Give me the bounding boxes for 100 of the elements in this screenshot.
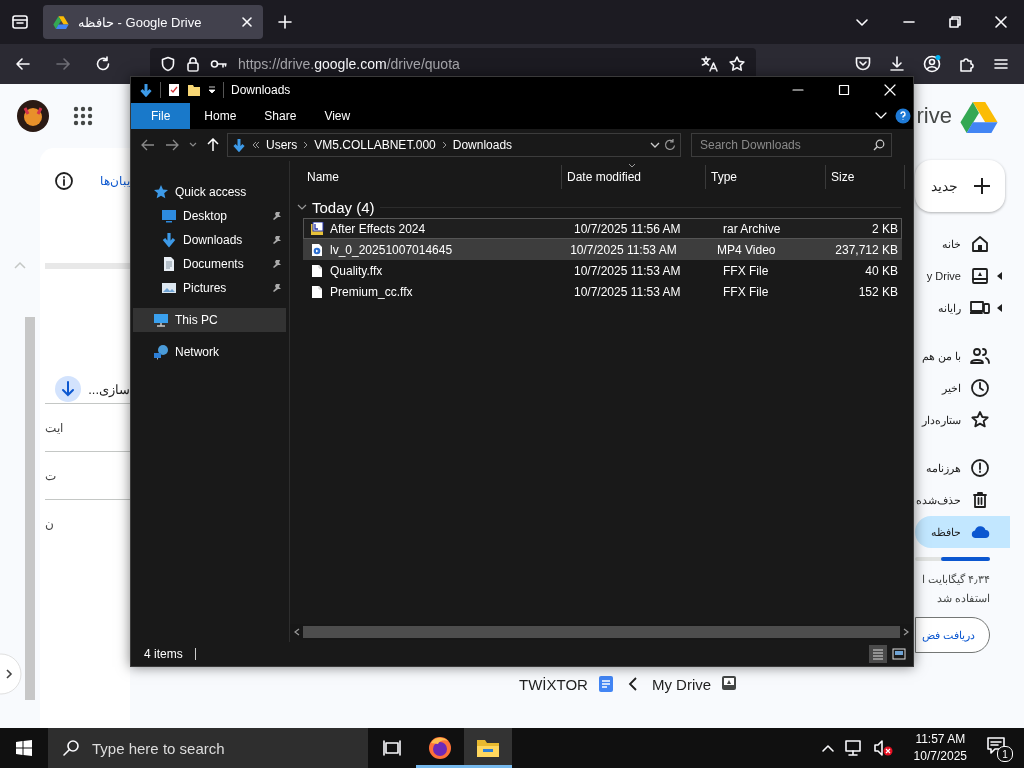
help-icon[interactable] <box>895 108 911 124</box>
star-icon[interactable] <box>728 55 746 73</box>
search-field[interactable]: Search Downloads <box>691 133 892 157</box>
dropdown-icon[interactable] <box>650 141 660 149</box>
search-icon <box>62 739 80 757</box>
close-icon[interactable] <box>884 84 896 96</box>
nav-item[interactable]: حافظه <box>915 516 1010 548</box>
storage-text: ۴٫۳۴ گیگابایت ا <box>920 573 990 586</box>
tab-list-icon[interactable] <box>11 13 29 31</box>
ribbon-tab[interactable]: Share <box>250 103 311 129</box>
windows-logo-icon[interactable] <box>16 740 32 756</box>
back-icon[interactable] <box>14 55 32 73</box>
download-icon[interactable] <box>888 55 906 73</box>
apps-grid-icon[interactable] <box>73 106 93 126</box>
maximize-icon[interactable] <box>838 84 850 96</box>
nav-item[interactable]: خانه <box>915 228 1010 260</box>
new-tab-icon[interactable] <box>277 14 293 30</box>
forward-icon[interactable] <box>165 139 179 151</box>
scroll-right-icon[interactable] <box>903 628 909 636</box>
recent-locations-icon[interactable] <box>189 142 197 148</box>
close-icon[interactable] <box>241 16 253 28</box>
expand-ribbon-icon[interactable] <box>875 112 887 120</box>
pocket-icon[interactable] <box>854 55 872 73</box>
document-icon <box>597 675 614 693</box>
file-row[interactable]: Quality.ffx 10/7/2025 11:53 AM FFX File 40 KB <box>303 260 902 281</box>
extensions-icon[interactable] <box>958 55 976 73</box>
properties-icon[interactable] <box>168 83 180 97</box>
close-icon[interactable] <box>994 15 1008 29</box>
large-icons-view-icon[interactable] <box>892 648 906 660</box>
restore-icon[interactable] <box>948 15 962 29</box>
download-arrow-icon[interactable] <box>139 83 153 97</box>
address-field[interactable]: Users VM5.COLLABNET.000 Downloads <box>227 133 681 157</box>
path-segment[interactable]: Downloads <box>452 138 513 152</box>
clock-icon <box>970 378 990 398</box>
nav-item[interactable]: Downloads <box>133 228 286 252</box>
network-icon <box>153 344 169 360</box>
ribbon-tab[interactable]: Home <box>190 103 251 129</box>
breadcrumb-link[interactable]: My Drive <box>651 675 712 693</box>
file-type: FFX File <box>722 284 770 299</box>
scrollbar-thumb[interactable] <box>303 626 900 638</box>
browser-tab[interactable]: حافظه - Google Drive <box>43 5 263 39</box>
new-button[interactable]: جدید <box>915 160 1005 212</box>
refresh-icon[interactable] <box>664 138 676 152</box>
trash-icon <box>970 490 990 510</box>
nav-item[interactable]: رایانه <box>915 292 1010 324</box>
nav-item[interactable]: Pictures <box>133 276 286 300</box>
get-storage-button[interactable]: دریافت فض <box>915 617 990 653</box>
url-text: https://drive.google.com/drive/quota <box>238 56 461 72</box>
nav-item[interactable]: Desktop <box>133 204 286 228</box>
search-field[interactable]: Type here to search <box>48 728 368 768</box>
network-icon[interactable] <box>843 739 864 757</box>
path-segment[interactable]: Users <box>266 138 298 152</box>
path-segment[interactable]: VM5.COLLABNET.000 <box>314 138 436 152</box>
firefox-icon[interactable] <box>427 735 453 761</box>
nav-item[interactable]: This PC <box>133 308 286 332</box>
file-date: 10/7/2025 11:53 AM <box>569 242 678 257</box>
item-count: 4 items <box>144 647 183 661</box>
clock[interactable]: 11:57 AM 10/7/2025 <box>913 731 967 765</box>
drive-logo-icon[interactable] <box>960 99 998 133</box>
nav-item[interactable]: Quick access <box>133 180 286 204</box>
breadcrumb-link[interactable]: TWİXTOR <box>519 675 588 693</box>
nav-item[interactable]: y Drive <box>915 260 1010 292</box>
file-row[interactable]: lv_0_20251007014645 10/7/2025 11:53 AM MP4 Video 237,712 KB <box>303 239 902 260</box>
column-header[interactable]: Name <box>290 165 562 189</box>
file-row[interactable]: Premium_cc.ffx 10/7/2025 11:53 AM FFX File 152 KB <box>303 281 902 302</box>
home-icon <box>970 234 990 254</box>
folder-icon[interactable] <box>476 738 500 758</box>
details-view-icon[interactable] <box>872 648 884 660</box>
link-text[interactable]: یبان‌ها <box>100 174 130 188</box>
nav-item[interactable]: ستاره‌دار <box>915 404 1010 436</box>
translate-icon[interactable] <box>700 55 718 73</box>
chevron-down-icon[interactable] <box>297 203 307 211</box>
forward-icon[interactable] <box>54 55 72 73</box>
download-arrow-icon <box>161 232 177 248</box>
drive-icon <box>721 675 738 693</box>
column-header[interactable]: Size <box>826 165 905 189</box>
lock-icon <box>186 56 200 72</box>
nav-item[interactable]: اخیر <box>915 372 1010 404</box>
info-icon[interactable] <box>54 171 74 191</box>
task-view-icon[interactable] <box>382 739 402 757</box>
file-size: 237,712 KB <box>835 242 899 257</box>
shield-icon <box>160 56 176 72</box>
ribbon-tab[interactable]: File <box>131 103 191 129</box>
volume-muted-icon[interactable] <box>872 739 893 757</box>
reload-icon[interactable] <box>94 55 112 73</box>
chevron-up-icon[interactable] <box>820 743 835 753</box>
nav-item[interactable]: با من هم <box>915 340 1010 372</box>
nav-item[interactable]: حذف‌شده <box>915 484 1010 516</box>
nav-item[interactable]: Network <box>133 340 286 364</box>
up-icon[interactable] <box>207 138 219 152</box>
group-header[interactable]: Today (4) <box>312 198 375 216</box>
nav-item[interactable]: هرزنامه <box>915 452 1010 484</box>
account-icon[interactable] <box>922 54 942 74</box>
nav-item[interactable]: Documents <box>133 252 286 276</box>
column-header[interactable]: Date modified <box>562 165 706 189</box>
scroll-left-icon[interactable] <box>294 628 300 636</box>
ribbon-tab[interactable]: View <box>310 103 365 129</box>
avatar-icon[interactable] <box>17 100 49 132</box>
column-header[interactable]: Type <box>706 165 826 189</box>
file-row[interactable]: After Effects 2024 10/7/2025 11:56 AM rar Archive 2 KB <box>303 218 902 239</box>
